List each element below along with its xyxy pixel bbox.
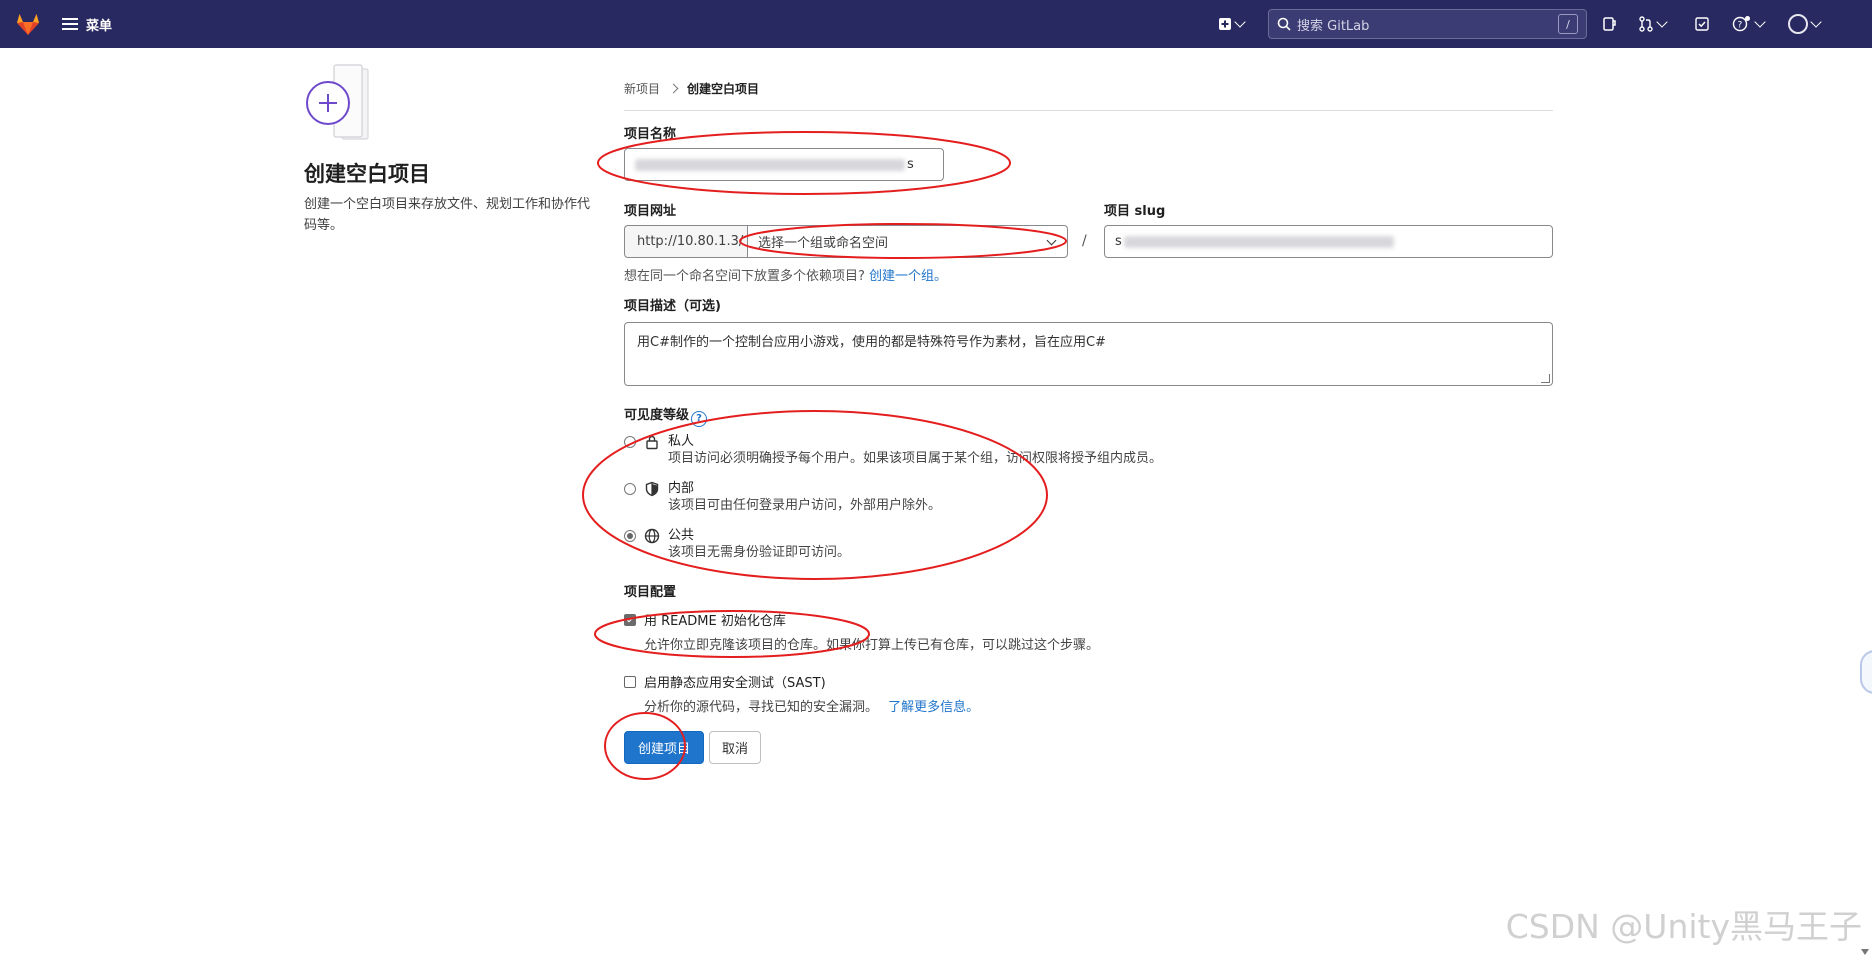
visibility-label: 可见度等级 [624,408,690,423]
readme-option[interactable]: 用 README 初始化仓库 [624,610,786,629]
top-navbar: 菜单 搜索 GitLab / ? [0,0,1872,48]
namespace-hint: 想在同一个命名空间下放置多个依赖项目? 创建一个组。 [624,265,947,284]
sast-desc-row: 分析你的源代码，寻找已知的安全漏洞。 了解更多信息。 [644,696,979,715]
globe-icon [644,528,660,544]
menu-label: 菜单 [86,18,113,34]
menu-button[interactable]: 菜单 [62,12,112,36]
readme-desc: 允许你立即克隆该项目的仓库。如果你打算上传已有仓库，可以跳过这个步骤。 [644,638,1100,653]
project-config-label: 项目配置 [624,585,677,600]
radio-public[interactable] [624,530,636,542]
namespace-select-value: 选择一个组或命名空间 [758,236,889,251]
search-input[interactable]: 搜索 GitLab / [1268,9,1587,39]
readme-label: 用 README 初始化仓库 [644,614,786,629]
merge-request-icon [1639,16,1653,32]
side-panel-handle[interactable] [1860,650,1872,694]
help-icon: ? [1732,16,1750,32]
project-name-value-tail: s [907,157,914,172]
visibility-option-private[interactable]: 私人 项目访问必须明确授予每个用户。如果该项目属于某个组，访问权限将授予组内成员… [624,433,1162,467]
project-slug-value-head: s [1115,234,1122,249]
chevron-down-icon [1810,16,1822,28]
issues-button[interactable] [1601,13,1617,35]
create-project-button[interactable]: 创建项目 [624,731,704,764]
gitlab-logo-icon[interactable] [14,10,42,38]
project-slug-input[interactable]: s [1104,225,1553,258]
search-shortcut-key: / [1558,14,1578,34]
chevron-down-icon [1656,16,1668,28]
visibility-internal-title: 内部 [668,481,695,496]
search-placeholder: 搜索 GitLab [1297,18,1370,34]
breadcrumb-current: 创建空白项目 [687,82,760,96]
todo-check-icon [1695,17,1709,31]
avatar [1788,14,1808,34]
create-group-link[interactable]: 创建一个组。 [869,269,947,284]
redacted-text [1123,235,1394,248]
page-title: 创建空白项目 [304,162,430,186]
shield-icon [645,481,659,497]
project-slug-label: 项目 slug [1104,204,1166,219]
question-circle-icon[interactable]: ? [691,410,708,427]
cancel-button[interactable]: 取消 [709,731,761,764]
sast-desc: 分析你的源代码，寻找已知的安全漏洞。 [644,700,879,715]
sast-option[interactable]: 启用静态应用安全测试（SAST) [624,672,826,691]
todos-button[interactable] [1694,13,1710,35]
breadcrumb: 新项目 创建空白项目 [624,80,759,97]
svg-text:?: ? [1738,21,1743,31]
description-textarea[interactable]: 用C#制作的一个控制台应用小游戏，使用的都是特殊符号作为素材，旨在应用C# [624,322,1553,386]
hamburger-icon [62,18,78,30]
visibility-public-desc: 该项目无需身份验证即可访问。 [668,545,851,560]
visibility-internal-desc: 该项目可由任何登录用户访问，外部用户除外。 [668,498,942,513]
new-project-illustration-icon [306,64,369,140]
visibility-option-internal[interactable]: 内部 该项目可由任何登录用户访问，外部用户除外。 [624,480,941,514]
sast-label: 启用静态应用安全测试（SAST) [644,676,826,691]
namespace-hint-text: 想在同一个命名空间下放置多个依赖项目? [624,269,865,284]
project-name-label: 项目名称 [624,127,677,142]
radio-internal[interactable] [624,483,636,495]
project-url-label: 项目网址 [624,204,677,219]
user-menu-button[interactable] [1788,13,1822,35]
merge-requests-button[interactable] [1638,13,1668,35]
readme-checkbox[interactable] [624,613,636,626]
sast-checkbox[interactable] [624,675,636,688]
namespace-select[interactable]: 选择一个组或命名空间 [747,225,1068,258]
visibility-option-public[interactable]: 公共 该项目无需身份验证即可访问。 [624,527,850,561]
chevron-down-icon [1046,235,1057,246]
redacted-text [635,158,905,171]
plus-square-icon [1219,18,1231,30]
watermark: CSDN @Unity黑马王子 [1505,907,1862,946]
chevron-right-icon [668,83,679,94]
divider [624,110,1553,111]
project-name-input[interactable]: s [624,148,944,181]
red-annotation-overlay [582,131,1067,780]
lock-icon [646,435,658,450]
visibility-private-desc: 项目访问必须明确授予每个用户。如果该项目属于某个组，访问权限将授予组内成员。 [668,451,1163,466]
new-dropdown-button[interactable] [1218,13,1246,35]
learn-more-link[interactable]: 了解更多信息。 [888,700,979,715]
visibility-public-title: 公共 [668,528,695,543]
page-description: 创建一个空白项目来存放文件、规划工作和协作代码等。 [304,197,591,233]
project-url-prefix: http://10.80.1.3/ [624,225,748,258]
visibility-label-row: 可见度等级? [624,404,708,427]
search-icon [1277,17,1291,31]
description-label: 项目描述（可选) [624,299,721,314]
visibility-private-title: 私人 [668,434,695,449]
chevron-down-icon [1754,16,1766,28]
resize-handle-icon[interactable] [1541,374,1550,383]
issues-icon [1603,17,1616,31]
help-button[interactable]: ? [1732,13,1766,35]
breadcrumb-new-project-link[interactable]: 新项目 [624,80,660,97]
scroll-down-arrow-icon[interactable] [1861,949,1869,955]
radio-private[interactable] [624,436,636,448]
chevron-down-icon [1234,16,1246,28]
description-value: 用C#制作的一个控制台应用小游戏，使用的都是特殊符号作为素材，旨在应用C# [637,335,1106,350]
url-separator: / [1082,233,1087,249]
